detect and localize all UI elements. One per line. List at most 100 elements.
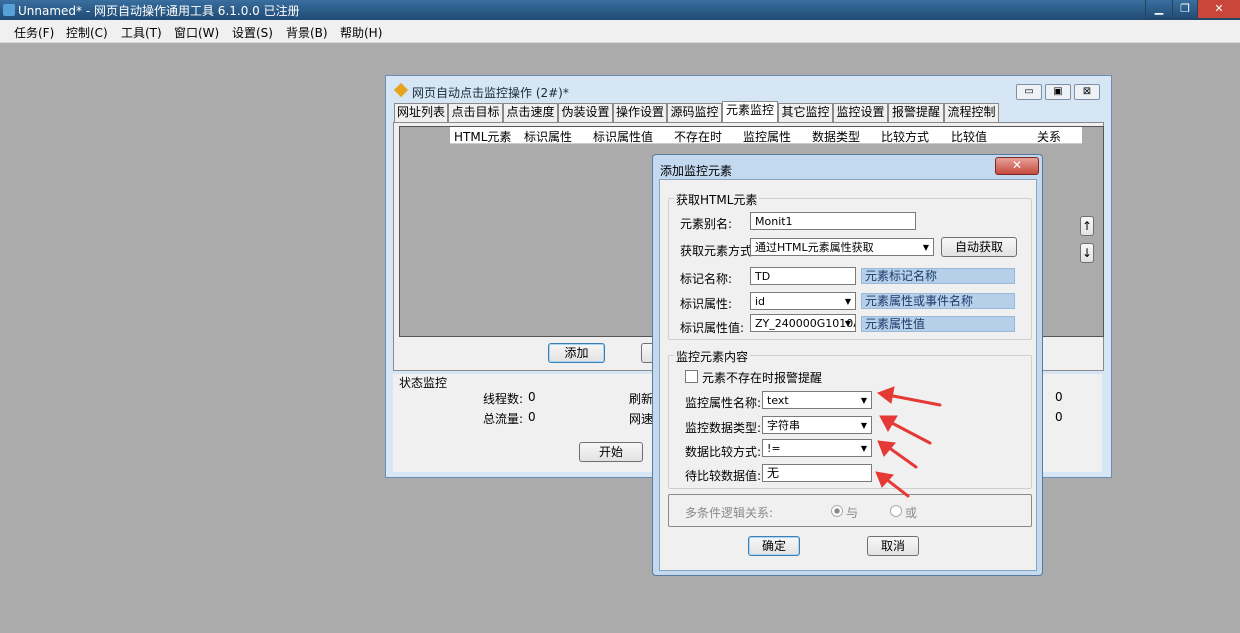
menu-task[interactable]: 任务(F) — [14, 24, 54, 41]
compare-select[interactable]: != ▼ — [762, 439, 872, 457]
app-title: Unnamed* - 网页自动操作通用工具 6.1.0.0 已注册 — [18, 4, 300, 18]
cancel-button[interactable]: 取消 — [867, 536, 919, 556]
prop-label: 监控属性名称: — [685, 396, 762, 410]
dialog-body: 获取HTML元素 元素别名: Monit1 获取元素方式 通过HTML元素属性获… — [659, 179, 1037, 571]
target-input[interactable]: 无 — [762, 464, 872, 482]
arrow-compare — [886, 445, 918, 469]
monitor-window-title: 网页自动点击监控操作 (2#)* — [412, 86, 569, 100]
attr-value-hint: 元素属性值 — [861, 316, 1015, 332]
col-relation[interactable]: 关系 — [1037, 128, 1061, 145]
menu-control[interactable]: 控制(C) — [66, 24, 108, 41]
arrow-prop-head — [876, 386, 895, 404]
right-value-2: 0 — [1055, 410, 1063, 424]
menu-tools[interactable]: 工具(T) — [121, 24, 162, 41]
alarm-checkbox-label: 元素不存在时报警提醒 — [702, 371, 823, 385]
window-diamond-icon — [393, 82, 409, 98]
arrow-target-head — [875, 471, 894, 488]
compare-label: 数据比较方式: — [685, 445, 762, 459]
traffic-value: 0 — [528, 410, 536, 424]
method-select[interactable]: 通过HTML元素属性获取 ▼ — [750, 238, 934, 256]
compare-select-value: != — [767, 442, 781, 455]
attr-select[interactable]: id ▼ — [750, 292, 856, 310]
arrow-type — [888, 420, 932, 445]
chevron-down-icon: ▼ — [844, 319, 851, 328]
app-titlebar: Unnamed* - 网页自动操作通用工具 6.1.0.0 已注册 ▁ ❐ ✕ — [0, 0, 1240, 20]
logic-and-label: 与 — [846, 506, 859, 520]
tab-operation[interactable]: 操作设置 — [613, 103, 667, 123]
arrow-target — [884, 477, 910, 498]
tab-alarm[interactable]: 报警提醒 — [888, 103, 944, 123]
col-compare[interactable]: 比较方式 — [881, 128, 929, 145]
attr-label: 标识属性: — [680, 297, 733, 311]
threads-value: 0 — [528, 390, 536, 404]
tab-monitor-settings[interactable]: 监控设置 — [833, 103, 888, 123]
col-monitor-prop[interactable]: 监控属性 — [743, 128, 791, 145]
logic-label: 多条件逻辑关系: — [685, 506, 774, 520]
attr-value-select[interactable]: ZY_240000G1010A ▼ — [750, 314, 856, 332]
col-compare-value[interactable]: 比较值 — [951, 128, 987, 145]
alias-label: 元素别名: — [680, 217, 733, 231]
tag-hint: 元素标记名称 — [861, 268, 1015, 284]
target-label: 待比较数据值: — [685, 469, 762, 483]
dialog-close-button[interactable]: ✕ — [995, 157, 1039, 175]
annotation-arrows — [875, 386, 942, 498]
menu-settings[interactable]: 设置(S) — [232, 24, 273, 41]
attr-value-label: 标识属性值: — [680, 321, 745, 335]
chevron-down-icon: ▼ — [860, 421, 867, 430]
tab-element-monitor[interactable]: 元素监控 — [722, 101, 778, 123]
add-button[interactable]: 添加 — [548, 343, 605, 363]
auto-get-button[interactable]: 自动获取 — [941, 237, 1017, 257]
method-select-value: 通过HTML元素属性获取 — [755, 241, 874, 254]
tag-label: 标记名称: — [680, 272, 733, 286]
ok-button[interactable]: 确定 — [748, 536, 800, 556]
maximize-button[interactable]: ❐ — [1172, 0, 1198, 19]
add-monitor-dialog: 添加监控元素 ✕ 获取HTML元素 元素别名: Monit1 获取元素方式 通过… — [652, 154, 1043, 576]
tab-click-target[interactable]: 点击目标 — [448, 103, 503, 123]
tab-flow-control[interactable]: 流程控制 — [944, 103, 999, 123]
close-button[interactable]: ✕ — [1197, 0, 1240, 19]
tab-other-monitor[interactable]: 其它监控 — [778, 103, 833, 123]
start-button[interactable]: 开始 — [579, 442, 643, 462]
inner-minimize-button[interactable]: ▭ — [1016, 84, 1042, 100]
col-id-attr-value[interactable]: 标识属性值 — [593, 128, 653, 145]
menu-window[interactable]: 窗口(W) — [174, 24, 219, 41]
prop-select-value: text — [767, 394, 789, 407]
move-down-button[interactable]: ↓ — [1080, 243, 1094, 263]
logic-or-label: 或 — [905, 506, 918, 520]
col-data-type[interactable]: 数据类型 — [812, 128, 860, 145]
speed-label: 网速 — [629, 412, 654, 426]
col-html-element[interactable]: HTML元素 — [454, 128, 511, 145]
monitor-content-group-label: 监控元素内容 — [674, 348, 751, 365]
minimize-button[interactable]: ▁ — [1145, 0, 1173, 19]
menu-help[interactable]: 帮助(H) — [340, 24, 382, 41]
get-element-group-label: 获取HTML元素 — [674, 191, 760, 208]
grid-header: HTML元素 标识属性 标识属性值 不存在时 监控属性 数据类型 比较方式 比较… — [450, 127, 1082, 144]
tab-source-monitor[interactable]: 源码监控 — [667, 103, 722, 123]
move-up-button[interactable]: ↑ — [1080, 216, 1094, 236]
attr-hint: 元素属性或事件名称 — [861, 293, 1015, 309]
prop-select[interactable]: text ▼ — [762, 391, 872, 409]
inner-close-button[interactable]: ⊠ — [1074, 84, 1100, 100]
col-id-attr[interactable]: 标识属性 — [524, 128, 572, 145]
menu-background[interactable]: 背景(B) — [286, 24, 328, 41]
right-value-1: 0 — [1055, 390, 1063, 404]
app-icon — [3, 4, 15, 16]
logic-or-radio[interactable] — [890, 505, 902, 517]
type-select[interactable]: 字符串 ▼ — [762, 416, 872, 434]
chevron-down-icon: ▼ — [860, 396, 867, 405]
alarm-checkbox[interactable] — [685, 370, 698, 383]
inner-restore-button[interactable]: ▣ — [1045, 84, 1071, 100]
attr-select-value: id — [755, 295, 766, 308]
alias-input[interactable]: Monit1 — [750, 212, 916, 230]
status-title: 状态监控 — [399, 376, 448, 390]
traffic-label: 总流量: — [483, 412, 524, 426]
chevron-down-icon: ▼ — [860, 444, 867, 453]
threads-label: 线程数: — [483, 392, 524, 406]
tab-disguise[interactable]: 伪装设置 — [558, 103, 613, 123]
tab-click-speed[interactable]: 点击速度 — [503, 103, 558, 123]
col-not-exist[interactable]: 不存在时 — [674, 128, 722, 145]
tab-url-list[interactable]: 网址列表 — [394, 103, 448, 123]
logic-and-radio[interactable] — [831, 505, 843, 517]
tag-input[interactable]: TD — [750, 267, 856, 285]
refresh-label: 刷新 — [629, 392, 654, 406]
